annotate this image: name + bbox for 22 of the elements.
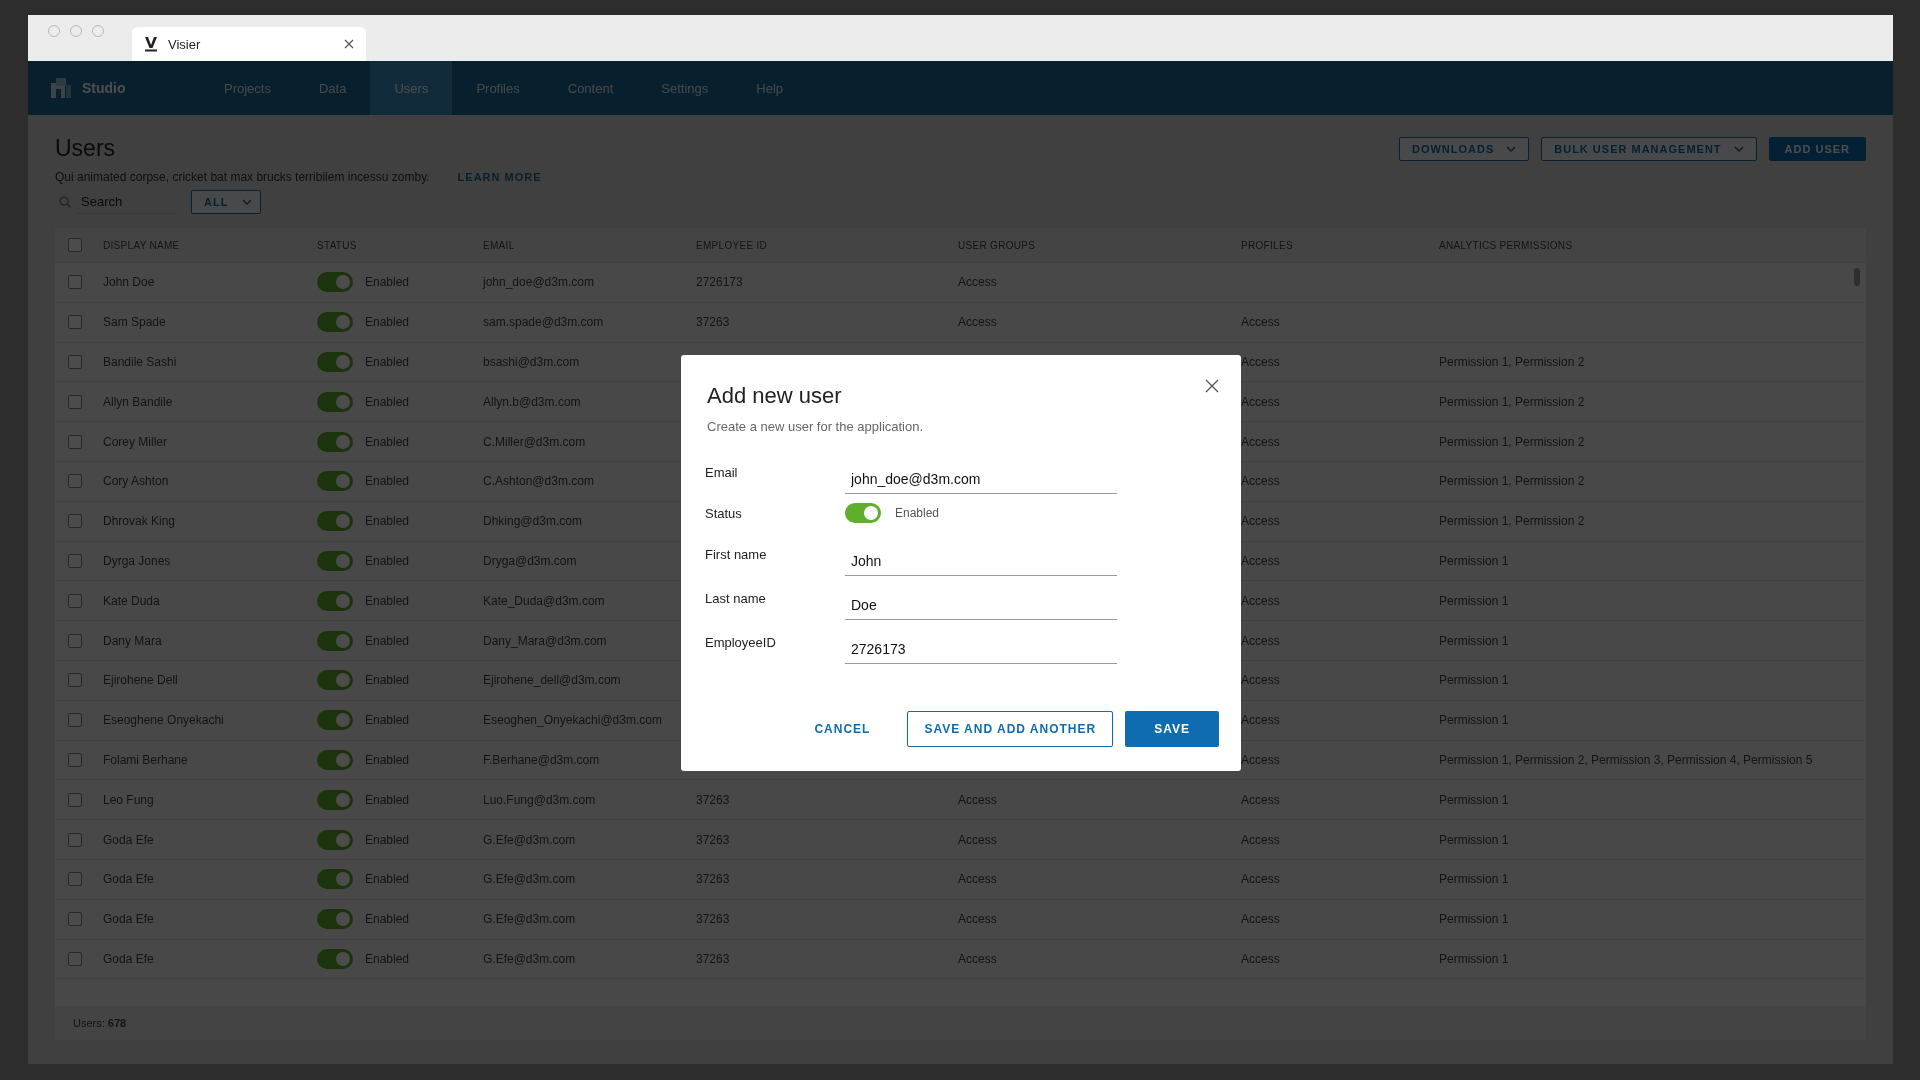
status-label: Enabled [895, 506, 940, 520]
logo-icon [144, 36, 158, 52]
save-button[interactable]: SAVE [1125, 711, 1219, 747]
learn-more-link[interactable]: LEARN MORE [457, 171, 542, 183]
input-field[interactable]: John [845, 549, 1117, 576]
field-label: EmployeeID [705, 634, 777, 650]
field-label: Status [705, 505, 743, 521]
input-field[interactable]: 2726173 [845, 637, 1117, 664]
input-field[interactable]: john_doe@d3m.com [845, 467, 1117, 494]
save-and-add-another-button[interactable]: SAVE AND ADD ANOTHER [907, 711, 1114, 747]
tab-title: Visier [168, 36, 202, 52]
brand-name: Studio [82, 80, 126, 96]
field-label: Last name [705, 590, 767, 606]
toggle-switch[interactable] [845, 503, 881, 523]
browser-tab[interactable]: Visier [132, 27, 366, 61]
dialog-subtitle: Create a new user for the application. [707, 419, 925, 434]
input-field[interactable]: Doe [845, 593, 1117, 620]
field-label: Email [705, 464, 739, 480]
dialog-title: Add new user [707, 383, 842, 409]
close-icon[interactable] [1205, 379, 1219, 393]
close-icon[interactable] [344, 39, 354, 49]
field-label: First name [705, 546, 768, 562]
